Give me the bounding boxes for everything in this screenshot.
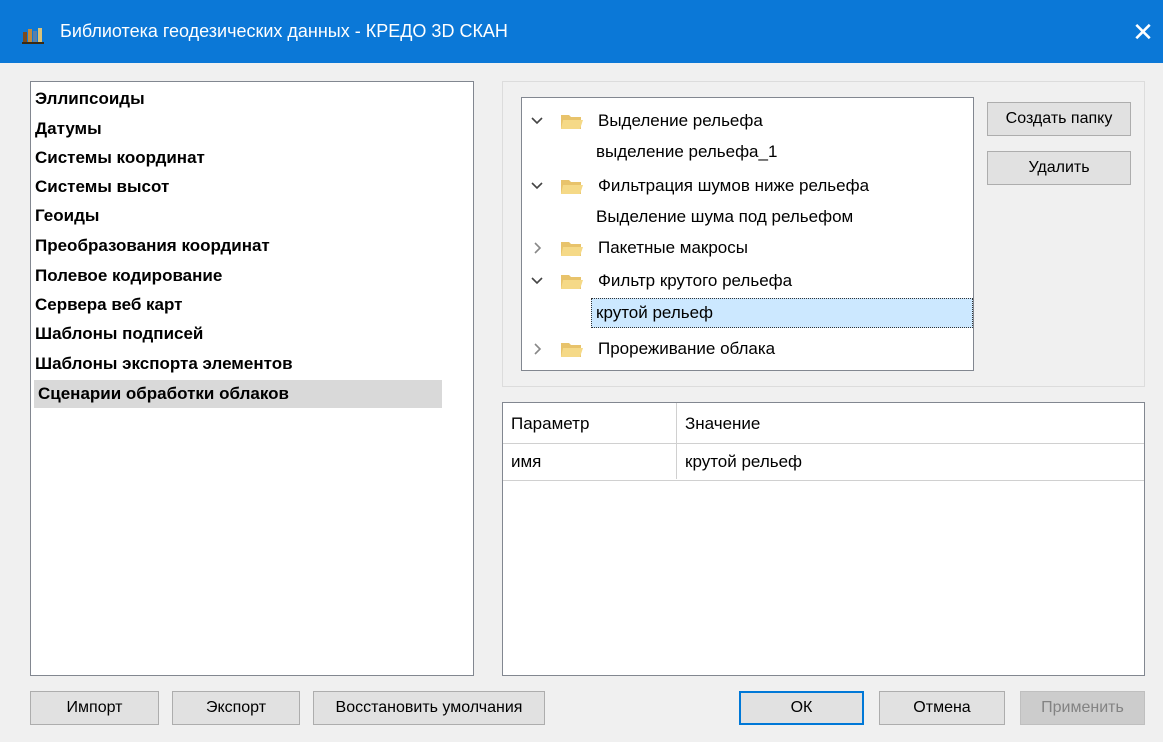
library-app-icon — [22, 28, 44, 44]
category-item[interactable]: Эллипсоиды — [35, 85, 145, 113]
category-item[interactable]: Датумы — [35, 115, 102, 143]
category-item[interactable]: Геоиды — [35, 202, 99, 230]
tree-folder-label[interactable]: Пакетные макросы — [598, 233, 748, 263]
param-cell: имя — [511, 452, 542, 471]
category-item[interactable]: Системы координат — [35, 144, 205, 172]
tree-folder-label[interactable]: Фильтр крутого рельефа — [598, 266, 792, 296]
category-item[interactable]: Шаблоны подписей — [35, 320, 203, 348]
export-button[interactable]: Экспорт — [172, 691, 300, 725]
tree-folder-label[interactable]: Фильтрация шумов ниже рельефа — [598, 171, 869, 201]
close-icon[interactable]: ✕ — [1126, 15, 1160, 49]
ok-button[interactable]: ОК — [739, 691, 864, 725]
tree-item-label-selected[interactable]: крутой рельеф — [596, 298, 713, 328]
chevron-right-icon[interactable] — [529, 334, 545, 364]
cancel-button[interactable]: Отмена — [879, 691, 1005, 725]
folder-icon — [561, 275, 583, 289]
folder-icon — [561, 242, 583, 256]
column-header-parameter[interactable]: Параметр — [511, 414, 589, 434]
folder-icon — [561, 180, 583, 194]
tree-item-label[interactable]: выделение рельефа_1 — [596, 137, 777, 167]
window-title: Библиотека геодезических данных - КРЕДО … — [60, 21, 508, 41]
column-divider — [676, 403, 677, 479]
tree-item-label[interactable]: Выделение шума под рельефом — [596, 202, 853, 232]
chevron-down-icon[interactable] — [529, 266, 545, 296]
restore-defaults-button[interactable]: Восстановить умолчания — [313, 691, 545, 725]
title-bar: Библиотека геодезических данных - КРЕДО … — [0, 0, 1163, 63]
category-item[interactable]: Шаблоны экспорта элементов — [35, 350, 293, 378]
chevron-down-icon[interactable] — [529, 171, 545, 201]
create-folder-button[interactable]: Создать папку — [987, 102, 1131, 136]
category-item[interactable]: Полевое кодирование — [35, 262, 222, 290]
tree-folder-label[interactable]: Прореживание облака — [598, 334, 775, 364]
table-row[interactable]: имя крутой рельеф — [503, 443, 1144, 481]
chevron-down-icon[interactable] — [529, 106, 545, 136]
value-cell[interactable]: крутой рельеф — [685, 452, 802, 472]
category-item-selected[interactable]: Сценарии обработки облаков — [34, 380, 442, 408]
properties-grid: Параметр Значение имя крутой рельеф — [502, 402, 1145, 676]
chevron-right-icon[interactable] — [529, 233, 545, 263]
apply-button[interactable]: Применить — [1020, 691, 1145, 725]
category-item[interactable]: Преобразования координат — [35, 232, 270, 260]
grid-header: Параметр Значение — [503, 403, 1144, 444]
delete-button[interactable]: Удалить — [987, 151, 1131, 185]
column-header-value[interactable]: Значение — [685, 414, 760, 434]
category-item[interactable]: Сервера веб карт — [35, 291, 183, 319]
folder-icon — [561, 115, 583, 129]
import-button[interactable]: Импорт — [30, 691, 159, 725]
category-item[interactable]: Системы высот — [35, 173, 169, 201]
tree-folder-label[interactable]: Выделение рельефа — [598, 106, 763, 136]
folder-icon — [561, 343, 583, 357]
